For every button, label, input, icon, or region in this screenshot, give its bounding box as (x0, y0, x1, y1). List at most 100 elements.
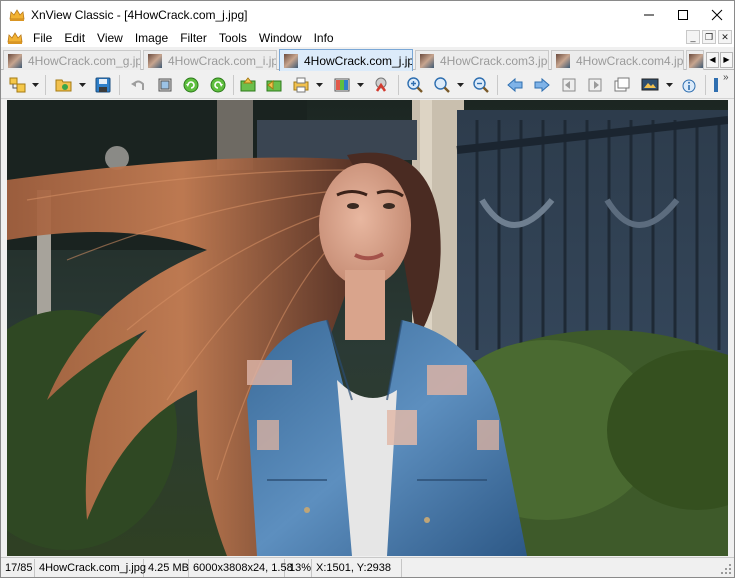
toolbar-separator (398, 75, 399, 95)
maximize-icon (678, 10, 688, 20)
rotate-right-button[interactable] (207, 74, 229, 96)
last-icon (588, 78, 602, 92)
zoom-in-button[interactable] (404, 74, 426, 96)
tab-scroll-right-button[interactable]: ▶ (720, 52, 733, 68)
zoom-icon (434, 77, 450, 93)
adjust-icon (334, 78, 350, 92)
rotate-left-icon (183, 77, 199, 93)
tab-4howcrack-j[interactable]: 4HowCrack.com_j.jpg (279, 49, 413, 71)
status-bar: 17/85 4HowCrack.com_j.jpg 4.25 MB 6000x3… (1, 557, 734, 577)
slideshow-icon (641, 78, 659, 91)
maximize-button[interactable] (666, 1, 700, 29)
resize-grip-icon[interactable] (720, 563, 732, 575)
window-title: XnView Classic - [4HowCrack.com_j.jpg] (31, 8, 248, 22)
tab-scroll-left-button[interactable]: ◀ (706, 52, 719, 68)
chevron-down-icon[interactable] (79, 82, 86, 88)
previous-button[interactable] (504, 74, 526, 96)
chevron-down-icon[interactable] (666, 82, 673, 88)
export-button[interactable] (263, 74, 285, 96)
export-icon (266, 79, 282, 92)
windows-button[interactable] (611, 74, 633, 96)
toolbar-separator (497, 75, 498, 95)
menu-file[interactable]: File (27, 29, 58, 47)
rotate-left-button[interactable] (180, 74, 202, 96)
title-bar[interactable]: XnView Classic - [4HowCrack.com_j.jpg] (1, 1, 734, 29)
effects-button[interactable] (370, 74, 392, 96)
main-toolbar: » (1, 71, 734, 99)
document-restore-button[interactable]: ❐ (702, 30, 716, 44)
print-button[interactable] (290, 74, 312, 96)
slideshow-button[interactable] (639, 74, 661, 96)
tab-thumbnail-icon (284, 53, 298, 68)
document-crown-icon[interactable] (7, 31, 23, 45)
minimize-icon (644, 14, 654, 16)
zoom-button[interactable] (431, 74, 453, 96)
effects-icon (375, 77, 387, 92)
status-zoom: 13% (285, 558, 312, 577)
browser-icon (9, 77, 26, 93)
menu-edit[interactable]: Edit (58, 29, 91, 47)
toolbar-overflow-button[interactable] (711, 74, 721, 96)
status-filename: 4HowCrack.com_j.jpg (35, 558, 146, 577)
tab-4howcrack-g[interactable]: 4HowCrack.com_g.jpg (3, 50, 141, 70)
tab-overflow[interactable] (686, 50, 704, 70)
status-dimensions: 6000x3808x24, 1.58 (189, 558, 293, 577)
menu-tools[interactable]: Tools (213, 29, 253, 47)
photo-image (7, 100, 728, 556)
close-icon (711, 9, 723, 21)
tab-label: 4HowCrack.com_i.jpg (168, 53, 277, 68)
status-filesize: 4.25 MB (144, 558, 189, 577)
status-coordinates: X:1501, Y:2938 (312, 558, 402, 577)
last-button[interactable] (584, 74, 606, 96)
minimize-button[interactable] (632, 1, 666, 29)
windows-icon (614, 77, 630, 92)
document-tab-bar: 4HowCrack.com_g.jpg 4HowCrack.com_i.jpg … (1, 48, 734, 71)
print-icon (293, 77, 309, 93)
tab-thumbnail-icon (148, 53, 162, 68)
status-image-index: 17/85 (1, 558, 35, 577)
tab-label: 4HowCrack.com_j.jpg (304, 53, 413, 68)
save-button[interactable] (92, 74, 114, 96)
open-button[interactable] (53, 74, 75, 96)
toolbar-chevron-icon[interactable]: » (723, 72, 729, 83)
zoom-out-button[interactable] (470, 74, 492, 96)
adjust-button[interactable] (331, 74, 353, 96)
next-button[interactable] (531, 74, 553, 96)
toolbar-separator (119, 75, 120, 95)
open-folder-icon (55, 79, 72, 92)
menu-filter[interactable]: Filter (174, 29, 213, 47)
document-minimize-button[interactable]: _ (686, 30, 700, 44)
image-viewer[interactable] (7, 100, 728, 556)
info-button[interactable] (678, 74, 700, 96)
previous-icon (507, 77, 523, 93)
save-icon (95, 77, 111, 93)
chevron-down-icon[interactable] (457, 82, 464, 88)
undo-button[interactable] (127, 74, 149, 96)
menu-info[interactable]: Info (308, 29, 340, 47)
chevron-down-icon[interactable] (357, 82, 364, 88)
chevron-down-icon[interactable] (32, 82, 39, 88)
tab-label: 4HowCrack.com4.jpg (576, 53, 684, 68)
document-close-button[interactable]: ✕ (718, 30, 732, 44)
menu-view[interactable]: View (91, 29, 129, 47)
toolbar-separator (233, 75, 234, 95)
first-button[interactable] (558, 74, 580, 96)
menu-bar: File Edit View Image Filter Tools Window… (1, 29, 734, 47)
tab-label: 4HowCrack.com_g.jpg (28, 53, 141, 68)
rotate-right-icon (210, 77, 226, 93)
crop-button[interactable] (154, 74, 176, 96)
tab-thumbnail-icon (689, 53, 703, 68)
acquire-button[interactable] (237, 74, 259, 96)
tab-4howcrack-i[interactable]: 4HowCrack.com_i.jpg (143, 50, 277, 70)
toolbar-separator (45, 75, 46, 95)
menu-image[interactable]: Image (129, 29, 174, 47)
menu-window[interactable]: Window (253, 29, 308, 47)
first-icon (562, 78, 576, 92)
chevron-down-icon[interactable] (316, 82, 323, 88)
close-button[interactable] (700, 1, 734, 29)
next-icon (534, 77, 550, 93)
tab-4howcrack-3[interactable]: 4HowCrack.com3.jpg (415, 50, 549, 70)
browser-button[interactable] (7, 74, 29, 96)
tab-4howcrack-4[interactable]: 4HowCrack.com4.jpg (551, 50, 684, 70)
zoom-out-icon (473, 77, 489, 93)
